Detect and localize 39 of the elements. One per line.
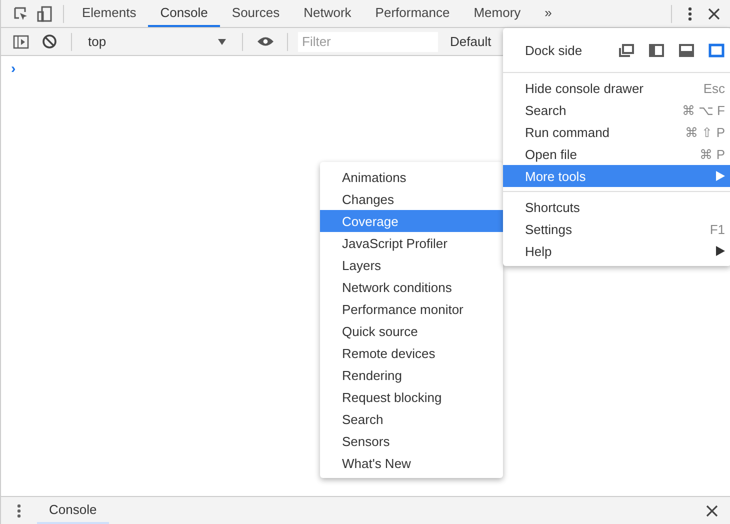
panel-tab[interactable]: Memory bbox=[462, 0, 533, 27]
panel-tab[interactable]: Performance bbox=[363, 0, 462, 27]
drawer-tab[interactable]: Console bbox=[37, 497, 109, 524]
menu-item[interactable]: Network conditions bbox=[320, 276, 503, 298]
menu-item[interactable]: Run command ⌘ ⇧ P bbox=[503, 121, 730, 143]
panel-tab[interactable]: Sources bbox=[220, 0, 292, 27]
console-prompt: › bbox=[11, 60, 16, 76]
menu-item[interactable]: Settings F1 bbox=[503, 218, 730, 240]
more-tabs-button[interactable]: » bbox=[532, 0, 564, 27]
dock-left-icon[interactable] bbox=[648, 42, 665, 58]
menu-item[interactable]: Animations bbox=[320, 166, 503, 188]
menu-item[interactable]: Open file ⌘ P bbox=[503, 143, 730, 165]
menu-item[interactable]: Performance monitor bbox=[320, 298, 503, 320]
dock-side-label: Dock side bbox=[525, 42, 584, 58]
menu-item[interactable]: Search bbox=[320, 408, 503, 430]
menu-item[interactable]: Changes bbox=[320, 188, 503, 210]
dock-undock-icon[interactable] bbox=[618, 42, 635, 58]
filter-field[interactable]: Filter bbox=[298, 32, 438, 52]
menu-item[interactable]: JavaScript Profiler bbox=[320, 232, 503, 254]
menu-item[interactable]: Help bbox=[503, 240, 730, 262]
menu-item[interactable]: Remote devices bbox=[320, 342, 503, 364]
menu-item[interactable]: Rendering bbox=[320, 364, 503, 386]
menu-item[interactable]: More tools bbox=[503, 165, 730, 187]
menu-item[interactable]: Request blocking bbox=[320, 386, 503, 408]
context-selector[interactable]: top bbox=[82, 34, 232, 49]
menu-item[interactable]: Shortcuts bbox=[503, 196, 730, 218]
menu-item[interactable]: Sensors bbox=[320, 430, 503, 452]
dock-right-icon[interactable] bbox=[708, 42, 725, 58]
panel-tab[interactable]: Elements bbox=[70, 0, 148, 27]
menu-item[interactable]: Quick source bbox=[320, 320, 503, 342]
caret-icon bbox=[218, 38, 226, 44]
menu-item[interactable]: Layers bbox=[320, 254, 503, 276]
dock-bottom-icon[interactable] bbox=[678, 42, 695, 58]
levels-dropdown[interactable]: Default bbox=[450, 34, 492, 49]
menu-item[interactable]: Search ⌘ ⌥ F bbox=[503, 99, 730, 121]
menu-item[interactable]: Coverage bbox=[320, 210, 503, 232]
menu-item[interactable]: What's New bbox=[320, 452, 503, 474]
panel-tab[interactable]: Network bbox=[292, 0, 364, 27]
menu-item[interactable]: Hide console drawer Esc bbox=[503, 77, 730, 99]
